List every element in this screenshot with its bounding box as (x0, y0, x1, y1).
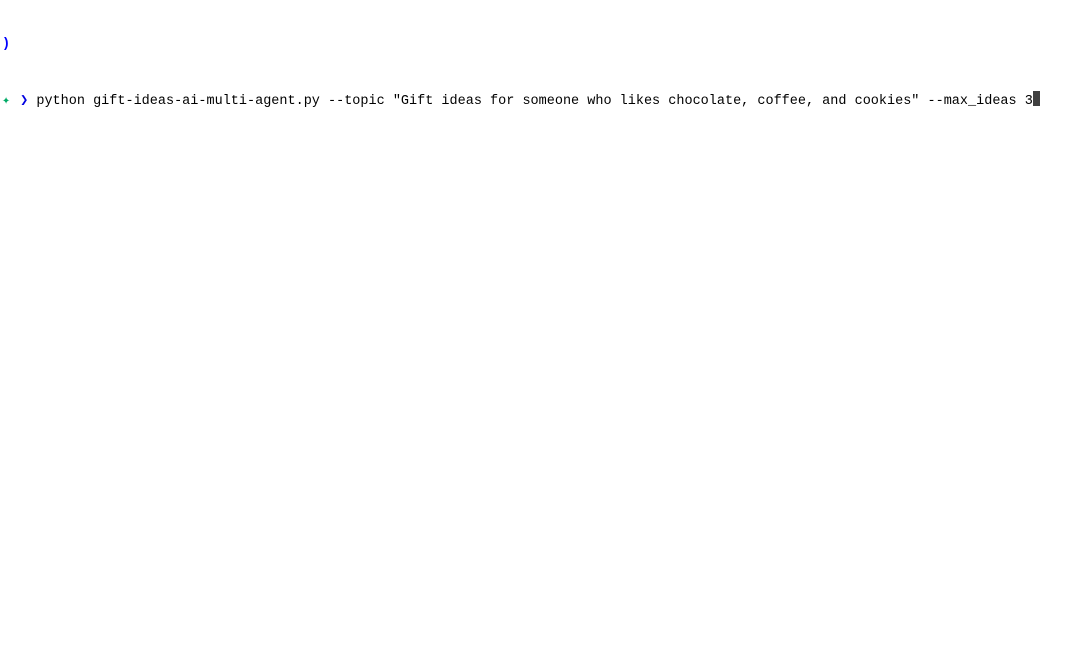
command-input[interactable]: python gift-ideas-ai-multi-agent.py --to… (36, 94, 1032, 109)
text-cursor (1033, 91, 1040, 106)
prompt-arrow-icon: ❯ (20, 93, 28, 111)
paren-close: ) (2, 37, 10, 52)
prev-output-line: ) (2, 36, 1078, 54)
prompt-line[interactable]: ✦ ❯ python gift-ideas-ai-multi-agent.py … (2, 91, 1078, 111)
prompt-status-icon: ✦ (2, 93, 12, 111)
terminal-viewport[interactable]: ) ✦ ❯ python gift-ideas-ai-multi-agent.p… (0, 0, 1080, 130)
